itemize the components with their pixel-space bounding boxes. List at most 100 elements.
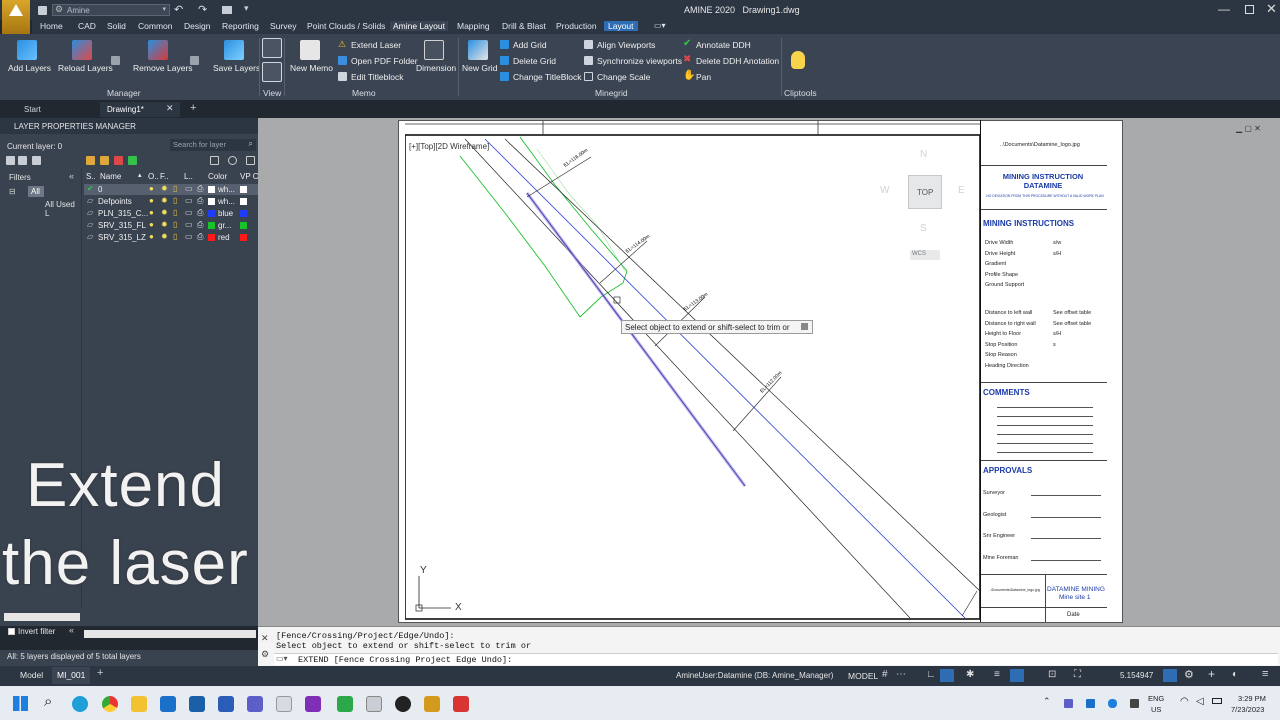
layer-print-icon[interactable]: ⎙ <box>197 208 203 218</box>
model-space-toggle[interactable]: MODEL <box>848 671 878 681</box>
layer-freeze-icon[interactable]: ✹ <box>161 196 168 205</box>
viewcube-west[interactable]: W <box>880 185 889 196</box>
lang-line2[interactable]: US <box>1151 705 1161 714</box>
onenote-icon[interactable] <box>305 696 321 712</box>
layer-name[interactable]: SRV_315_LZ <box>98 233 146 242</box>
save-layers-button[interactable]: Save Layers <box>213 63 260 73</box>
viewcube-north[interactable]: N <box>920 149 927 160</box>
tab-common[interactable]: Common <box>138 21 172 31</box>
filter-item-all-used[interactable]: All Used L <box>45 200 81 218</box>
tab-reporting[interactable]: Reporting <box>222 21 259 31</box>
tab-start[interactable]: Start <box>24 105 41 114</box>
ortho-icon[interactable]: ∟ <box>926 669 936 680</box>
invert-filter-checkbox[interactable] <box>8 628 15 635</box>
reload-layers-icon[interactable] <box>72 40 92 60</box>
extend-laser-button[interactable]: Extend Laser <box>351 40 401 50</box>
add-grid-button[interactable]: Add Grid <box>513 40 547 50</box>
viewport-label[interactable]: [+][Top][2D Wireframe] <box>409 142 489 151</box>
tray-chevron-icon[interactable]: ⌃ <box>1043 696 1051 707</box>
layer-on-icon[interactable]: ● <box>149 220 154 229</box>
new-group-icon[interactable] <box>18 156 27 165</box>
layer-lock-icon[interactable]: ▯ <box>173 184 177 193</box>
polar-icon[interactable] <box>940 669 954 682</box>
open-icon[interactable] <box>38 6 47 15</box>
layer-on-icon[interactable]: ● <box>149 232 154 241</box>
tab-amine-layout[interactable]: Amine Layout <box>390 21 448 31</box>
tab-mi-001[interactable]: MI_001 <box>52 667 90 684</box>
workspace-switch-icon[interactable] <box>1163 669 1177 682</box>
workspace-dropdown[interactable]: ⚙ Amine ▾ <box>52 4 170 16</box>
open-pdf-folder-button[interactable]: Open PDF Folder <box>351 56 418 66</box>
col-lock[interactable]: L.. <box>184 172 193 181</box>
layer-name[interactable]: SRV_315_FL <box>98 221 146 230</box>
dimension-icon[interactable] <box>424 40 444 60</box>
customize-icon[interactable]: ≡ <box>1262 668 1268 680</box>
viewcube[interactable]: N W E S TOP WCS <box>878 148 970 260</box>
tab-point-clouds[interactable]: Point Clouds / Solids <box>307 21 385 31</box>
new-vp-layer-icon[interactable] <box>100 156 109 165</box>
collapse-invert-icon[interactable]: « <box>69 625 74 635</box>
layer-row[interactable]: ✔ 0 ● ✹ ▯ ▭ ⎙ wh... <box>84 184 258 195</box>
isolate-icon[interactable]: ◐ <box>1232 669 1238 680</box>
app-icon-3[interactable] <box>366 696 382 712</box>
search-taskbar-icon[interactable]: ⌕ <box>44 693 52 710</box>
panel-minegrid-label[interactable]: Minegrid <box>595 88 628 98</box>
print-icon[interactable] <box>222 6 232 14</box>
layer-plot-icon[interactable]: ▭ <box>185 220 193 229</box>
selection-cycling-icon[interactable]: ⊡ <box>1048 669 1056 680</box>
cmd-close-icon[interactable]: ✕ <box>261 633 269 644</box>
layer-freeze-icon[interactable]: ✹ <box>161 232 168 241</box>
layer-print-icon[interactable]: ⎙ <box>197 184 203 194</box>
annotation-icon[interactable]: ⛶ <box>1074 669 1081 680</box>
refresh-icon[interactable] <box>210 156 219 165</box>
filter-hscroll[interactable] <box>4 613 80 621</box>
calendar-icon[interactable] <box>189 696 205 712</box>
new-grid-icon[interactable] <box>468 40 488 60</box>
cmd-input[interactable]: ▭▾ EXTEND [Fence Crossing Project Edge U… <box>274 653 1278 665</box>
layer-freeze-icon[interactable]: ✹ <box>161 220 168 229</box>
zoom-plus-icon[interactable]: + <box>1208 667 1215 681</box>
delete-grid-button[interactable]: Delete Grid <box>513 56 556 66</box>
col-color[interactable]: Color <box>208 172 227 181</box>
delete-ddh-anotation-button[interactable]: Delete DDH Anotation <box>696 56 779 66</box>
tab-production[interactable]: Production <box>556 21 597 31</box>
app-icon-1[interactable] <box>276 696 292 712</box>
tab-model[interactable]: Model <box>20 670 43 680</box>
set-current-icon[interactable] <box>128 156 137 165</box>
clock-time[interactable]: 3:29 PM <box>1238 694 1266 703</box>
annotate-ddh-button[interactable]: Annotate DDH <box>696 40 751 50</box>
tab-mapping[interactable]: Mapping <box>457 21 490 31</box>
file-explorer-icon[interactable] <box>131 696 147 712</box>
add-layers-icon[interactable] <box>17 40 37 60</box>
tab-home[interactable]: Home <box>40 21 63 31</box>
remove-layers-icon[interactable] <box>148 40 168 60</box>
layer-name[interactable]: PLN_315_C... <box>98 209 148 218</box>
layer-vp-color-swatch[interactable] <box>240 186 247 193</box>
settings-gear-icon[interactable] <box>228 156 237 165</box>
teams-icon[interactable] <box>247 696 263 712</box>
layer-name[interactable]: 0 <box>98 185 102 194</box>
app-icon-2[interactable] <box>337 696 353 712</box>
grid-icon[interactable]: # <box>882 669 888 680</box>
qat-more-icon[interactable]: ▾ <box>244 3 249 14</box>
tab-cad[interactable]: CAD <box>78 21 96 31</box>
options-icon[interactable] <box>246 156 255 165</box>
outlook-icon[interactable] <box>160 696 176 712</box>
tab-layout[interactable]: Layout <box>604 21 638 31</box>
new-memo-button[interactable]: New Memo <box>290 63 333 73</box>
panel-memo-label[interactable]: Memo <box>352 88 376 98</box>
change-scale-button[interactable]: Change Scale <box>597 72 650 82</box>
layer-states-icon[interactable] <box>32 156 41 165</box>
word-icon[interactable] <box>218 696 234 712</box>
cmd-prompt-icon[interactable]: ▭▾ <box>276 654 288 663</box>
remove-options-icon[interactable] <box>190 56 199 65</box>
layer-color-swatch[interactable] <box>208 186 215 193</box>
layer-on-icon[interactable]: ● <box>149 184 154 193</box>
scale-value[interactable]: 5.154947 <box>1120 671 1153 680</box>
delete-layer-icon[interactable] <box>114 156 123 165</box>
tray-teams-icon[interactable] <box>1064 699 1073 708</box>
close-tab-icon[interactable]: ✕ <box>166 103 174 114</box>
layer-plot-icon[interactable]: ▭ <box>185 208 193 217</box>
command-line[interactable]: ✕ ⚙ [Fence/Crossing/Project/Edge/Undo]: … <box>258 626 1280 666</box>
tree-expand-icon[interactable]: ⊟ <box>9 187 16 196</box>
